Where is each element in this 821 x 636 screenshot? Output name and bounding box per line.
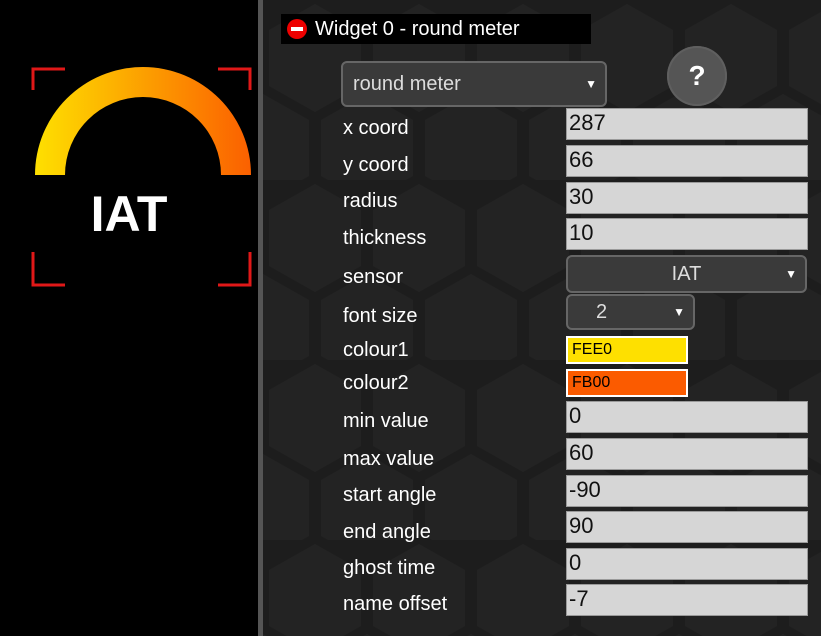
label-ghost-time: ghost time	[343, 557, 436, 579]
sensor-select[interactable]: IAT ▼	[566, 255, 807, 293]
thickness-input[interactable]: 10	[566, 218, 808, 250]
colour1-swatch[interactable]: FEE0	[566, 336, 688, 364]
min-value-input[interactable]: 0	[566, 401, 808, 433]
widget-preview-panel: IAT	[0, 0, 258, 636]
bracket-bottom-right	[218, 252, 252, 287]
chevron-down-icon: ▼	[673, 305, 685, 319]
label-font-size: font size	[343, 305, 418, 327]
help-button[interactable]: ?	[667, 46, 727, 106]
label-name-offset: name offset	[343, 593, 448, 615]
font-size-select[interactable]: 2 ▼	[566, 294, 695, 330]
label-colour2: colour2	[343, 372, 409, 394]
label-thickness: thickness	[343, 227, 427, 249]
y-coord-input[interactable]: 66	[566, 145, 808, 177]
label-x-coord: x coord	[343, 117, 409, 139]
start-angle-input[interactable]: -90	[566, 475, 808, 507]
end-angle-input[interactable]: 90	[566, 511, 808, 543]
label-sensor: sensor	[343, 266, 404, 288]
widget-header: Widget 0 - round meter	[281, 14, 591, 44]
collapse-minus-icon[interactable]	[287, 19, 307, 39]
widget-type-value: round meter	[353, 72, 461, 95]
gauge-label: IAT	[90, 186, 168, 242]
radius-input[interactable]: 30	[566, 182, 808, 214]
ghost-time-input[interactable]: 0	[566, 548, 808, 580]
chevron-down-icon: ▼	[785, 267, 797, 281]
font-size-value: 2	[596, 300, 608, 323]
widget-title: Widget 0 - round meter	[315, 17, 520, 40]
x-coord-input[interactable]: 287	[566, 108, 808, 140]
label-start-angle: start angle	[343, 484, 437, 506]
name-offset-input[interactable]: -7	[566, 584, 808, 616]
round-meter-preview	[31, 67, 252, 287]
label-colour1: colour1	[343, 339, 409, 361]
colour2-swatch[interactable]: FB00	[566, 369, 688, 397]
bracket-top-right	[218, 67, 252, 90]
max-value-input[interactable]: 60	[566, 438, 808, 470]
bracket-bottom-left	[31, 252, 65, 287]
label-min-value: min value	[343, 410, 429, 432]
label-max-value: max value	[343, 448, 435, 470]
sensor-value: IAT	[671, 262, 702, 285]
label-radius: radius	[343, 190, 398, 212]
chevron-down-icon: ▼	[585, 77, 597, 91]
widget-type-select[interactable]: round meter ▼	[341, 61, 607, 107]
bracket-top-left	[31, 67, 65, 90]
label-y-coord: y coord	[343, 154, 409, 176]
label-end-angle: end angle	[343, 521, 431, 543]
gauge-arc	[35, 67, 251, 175]
